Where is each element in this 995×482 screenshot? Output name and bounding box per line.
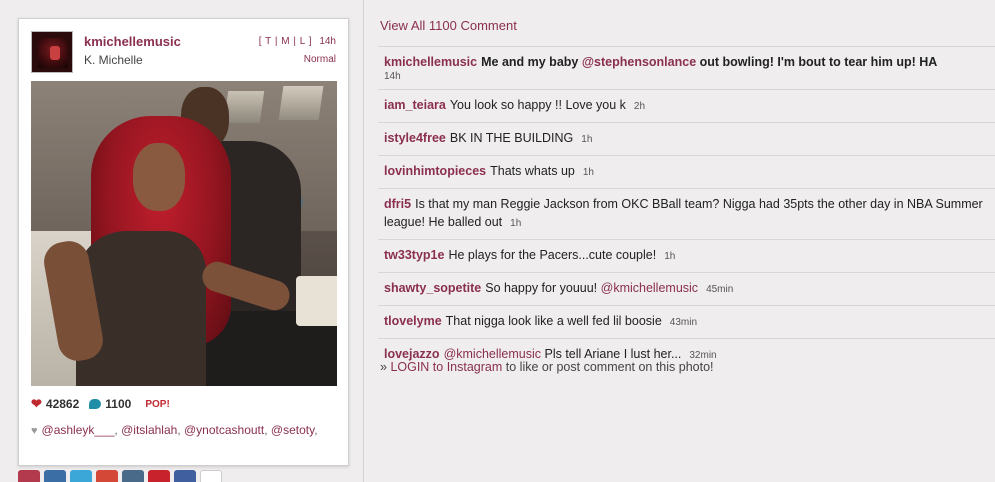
tumblr-share-icon[interactable] [122, 470, 144, 482]
avatar[interactable] [31, 31, 73, 73]
comment-text: So happy for youuu! [485, 281, 601, 295]
view-all-comments-link[interactable]: View All 1100 Comment [380, 18, 517, 33]
list-item: lovinhimtopieces Thats whats up 1h [378, 155, 995, 188]
comment-time: 14h [384, 71, 401, 82]
share-icons [18, 470, 222, 482]
comment-username[interactable]: kmichellemusic [384, 55, 477, 69]
view-mode-switch[interactable]: [ T | M | L ] [259, 36, 312, 47]
comment-text: out bowling! I'm bout to tear him up! HA [696, 55, 938, 69]
list-item: shawty_sopetite So happy for youuu! @kmic… [378, 272, 995, 305]
list-item: tw33typ1e He plays for the Pacers...cute … [378, 239, 995, 272]
list-item: iam_teiara You look so happy !! Love you … [378, 89, 995, 122]
comment-text: You look so happy !! Love you k [449, 98, 626, 112]
login-link[interactable]: LOGIN to Instagram [390, 360, 502, 374]
mention-link[interactable]: @stephensonlance [582, 55, 696, 69]
list-item: kmichellemusic Me and my baby @stephenson… [378, 46, 995, 89]
pinterest-share-icon[interactable] [148, 470, 170, 482]
comment-username[interactable]: lovinhimtopieces [384, 164, 486, 178]
liker-link[interactable]: @ynotcashoutt [184, 423, 264, 437]
post-filter: Normal [303, 54, 336, 65]
login-prefix: » [380, 360, 391, 374]
comment-text: Is that my man Reggie Jackson from OKC B… [384, 197, 983, 229]
comment-username[interactable]: iam_teiara [384, 98, 446, 112]
google-plus-share-icon[interactable] [96, 470, 118, 482]
share-count-icon [200, 470, 222, 482]
post-photo[interactable] [31, 81, 337, 386]
reddit-share-icon[interactable] [174, 470, 196, 482]
post-stats: ❤ 42862 1100 POP! [31, 396, 170, 412]
comment-time: 2h [633, 101, 646, 112]
comment-time: 1h [582, 167, 594, 178]
liker-link[interactable]: @itslahlah [121, 423, 177, 437]
comment-username[interactable]: tlovelyme [384, 314, 442, 328]
comment-text: BK IN THE BUILDING [449, 131, 574, 145]
pop-badge: POP! [145, 398, 170, 410]
comments-count: 1100 [105, 397, 132, 411]
column-divider [363, 0, 364, 482]
comment-username[interactable]: istyle4free [384, 131, 446, 145]
instagram-share-icon[interactable] [18, 470, 40, 482]
post-card: kmichellemusic K. Michelle [ T | M | L ]… [18, 18, 349, 466]
list-item: istyle4free BK IN THE BUILDING 1h [378, 122, 995, 155]
twitter-share-icon[interactable] [70, 470, 92, 482]
heart-icon[interactable]: ❤ [31, 396, 42, 412]
liker-link[interactable]: @setoty [271, 423, 314, 437]
comment-time: 1h [510, 218, 522, 229]
comment-text: Thats whats up [490, 164, 575, 178]
likers-list: ♥ @ashleyk___, @itslahlah, @ynotcashoutt,… [31, 423, 318, 437]
small-heart-icon: ♥ [31, 425, 38, 437]
delicious-share-icon[interactable] [44, 470, 66, 482]
comment-username[interactable]: shawty_sopetite [384, 281, 481, 295]
comment-text: He plays for the Pacers...cute couple! [448, 248, 657, 262]
likes-count: 42862 [45, 397, 80, 411]
comments-list: kmichellemusic Me and my baby @stephenson… [378, 46, 995, 371]
comment-time: 45min [706, 284, 734, 295]
comment-text: That nigga look like a well fed lil boos… [445, 314, 662, 328]
comment-bubble-icon[interactable] [89, 399, 102, 409]
mention-link[interactable]: @kmichellemusic [444, 347, 541, 361]
post-full-name: K. Michelle [84, 53, 143, 67]
comment-username[interactable]: lovejazzo [384, 347, 440, 361]
post-username-link[interactable]: kmichellemusic [84, 34, 181, 49]
comment-text: Me and my baby [481, 55, 582, 69]
comment-username[interactable]: tw33typ1e [384, 248, 444, 262]
comment-username[interactable]: dfri5 [384, 197, 411, 211]
login-suffix: to like or post comment on this photo! [502, 360, 714, 374]
comment-text: Pls tell Ariane I lust her... [541, 347, 682, 361]
comment-time: 43min [669, 317, 698, 328]
list-item: dfri5 Is that my man Reggie Jackson from … [378, 188, 995, 239]
login-prompt: » LOGIN to Instagram to like or post com… [380, 360, 714, 374]
list-item: tlovelyme That nigga look like a well fed… [378, 305, 995, 338]
mention-link[interactable]: @kmichellemusic [601, 281, 698, 295]
liker-link[interactable]: @ashleyk___ [42, 423, 115, 437]
comment-time: 1h [664, 251, 676, 262]
comment-time: 1h [581, 134, 593, 145]
post-time: 14h [319, 36, 336, 47]
